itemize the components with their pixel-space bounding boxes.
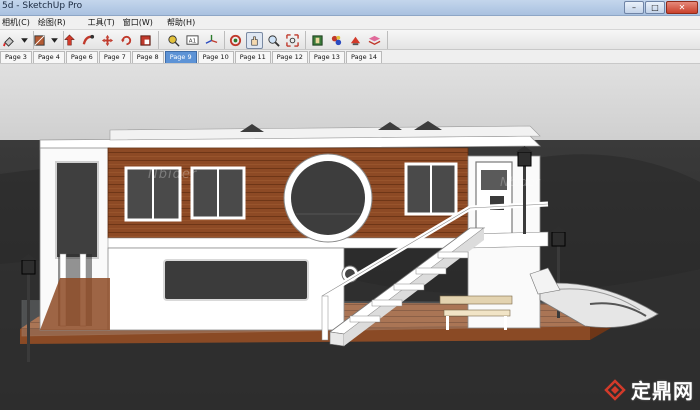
- toolbar-group-construct: A1: [164, 31, 225, 49]
- tab-page-7[interactable]: Page 7: [98, 51, 131, 63]
- close-button[interactable]: ✕: [666, 1, 698, 14]
- model-viewport[interactable]: Nbider Nbider 定鼎网: [0, 64, 700, 410]
- window-title: 5d - SketchUp Pro: [2, 1, 83, 11]
- scale-icon[interactable]: [137, 32, 154, 49]
- brand-badge: 定鼎网: [603, 375, 694, 404]
- components-icon[interactable]: [309, 32, 326, 49]
- tab-page-12[interactable]: Page 12: [271, 51, 308, 63]
- brand-logo-icon: [604, 378, 626, 401]
- toolbar-group-modify: [60, 31, 159, 49]
- watermark-left: Nbider: [148, 167, 198, 182]
- tape-measure-icon[interactable]: [165, 32, 182, 49]
- toolbar-group-section: [30, 31, 64, 49]
- push-pull-icon[interactable]: [61, 32, 78, 49]
- toolbar-group-camera: [226, 31, 306, 49]
- menu-camera[interactable]: 相机(C): [0, 17, 34, 28]
- watermark-right: Nbider: [500, 175, 540, 189]
- orbit-icon[interactable]: [227, 32, 244, 49]
- section-plane-icon[interactable]: [31, 32, 48, 49]
- scene-tabs: Page 3 Page 4 Page 6 Page 7 Page 8 Page …: [0, 50, 700, 64]
- follow-me-icon[interactable]: [80, 32, 97, 49]
- toolbar-group-panels: [308, 31, 388, 49]
- pan-icon[interactable]: [246, 31, 263, 49]
- menu-bar: 相机(C) 绘图(R) 工具(T) 窗口(W) 帮助(H): [0, 16, 700, 30]
- menu-window[interactable]: 窗口(W): [119, 17, 157, 28]
- styles-icon[interactable]: [347, 32, 364, 49]
- main-toolbar: A1: [0, 30, 700, 50]
- lower-window: [163, 259, 309, 301]
- title-bar: 5d - SketchUp Pro – □ ✕: [0, 0, 700, 16]
- tab-page-14[interactable]: Page 14: [345, 51, 383, 63]
- tab-page-10[interactable]: Page 10: [197, 51, 234, 63]
- house-model-render: [0, 64, 700, 410]
- tab-page-13[interactable]: Page 13: [308, 51, 345, 63]
- rotate-icon[interactable]: [118, 32, 135, 49]
- menu-tools[interactable]: 工具(T): [84, 17, 119, 28]
- tab-page-3[interactable]: Page 3: [0, 51, 32, 63]
- zoom-extents-icon[interactable]: [284, 32, 301, 49]
- materials-icon[interactable]: [328, 32, 345, 49]
- minimize-button[interactable]: –: [624, 1, 644, 14]
- tab-page-6[interactable]: Page 6: [65, 51, 98, 63]
- tab-page-11[interactable]: Page 11: [234, 51, 271, 63]
- axes-icon[interactable]: [203, 32, 220, 49]
- window-controls: – □ ✕: [624, 1, 698, 14]
- dropdown-arrow-icon[interactable]: [20, 32, 29, 49]
- zoom-icon[interactable]: [265, 32, 282, 49]
- menu-help[interactable]: 帮助(H): [163, 17, 199, 28]
- dropdown-arrow-icon[interactable]: [50, 32, 59, 49]
- text-icon[interactable]: A1: [184, 32, 201, 49]
- tab-page-8[interactable]: Page 8: [131, 51, 164, 63]
- toolbar-group-paint: [0, 31, 34, 49]
- menu-draw[interactable]: 绘图(R): [34, 17, 70, 28]
- brand-text: 定鼎网: [631, 379, 694, 403]
- maximize-button[interactable]: □: [645, 1, 665, 14]
- tab-page-9[interactable]: Page 9: [164, 51, 197, 63]
- move-icon[interactable]: [99, 32, 116, 49]
- svg-text:A1: A1: [189, 38, 197, 44]
- layers-icon[interactable]: [366, 32, 383, 49]
- paint-bucket-icon[interactable]: [1, 32, 18, 49]
- tab-page-4[interactable]: Page 4: [32, 51, 65, 63]
